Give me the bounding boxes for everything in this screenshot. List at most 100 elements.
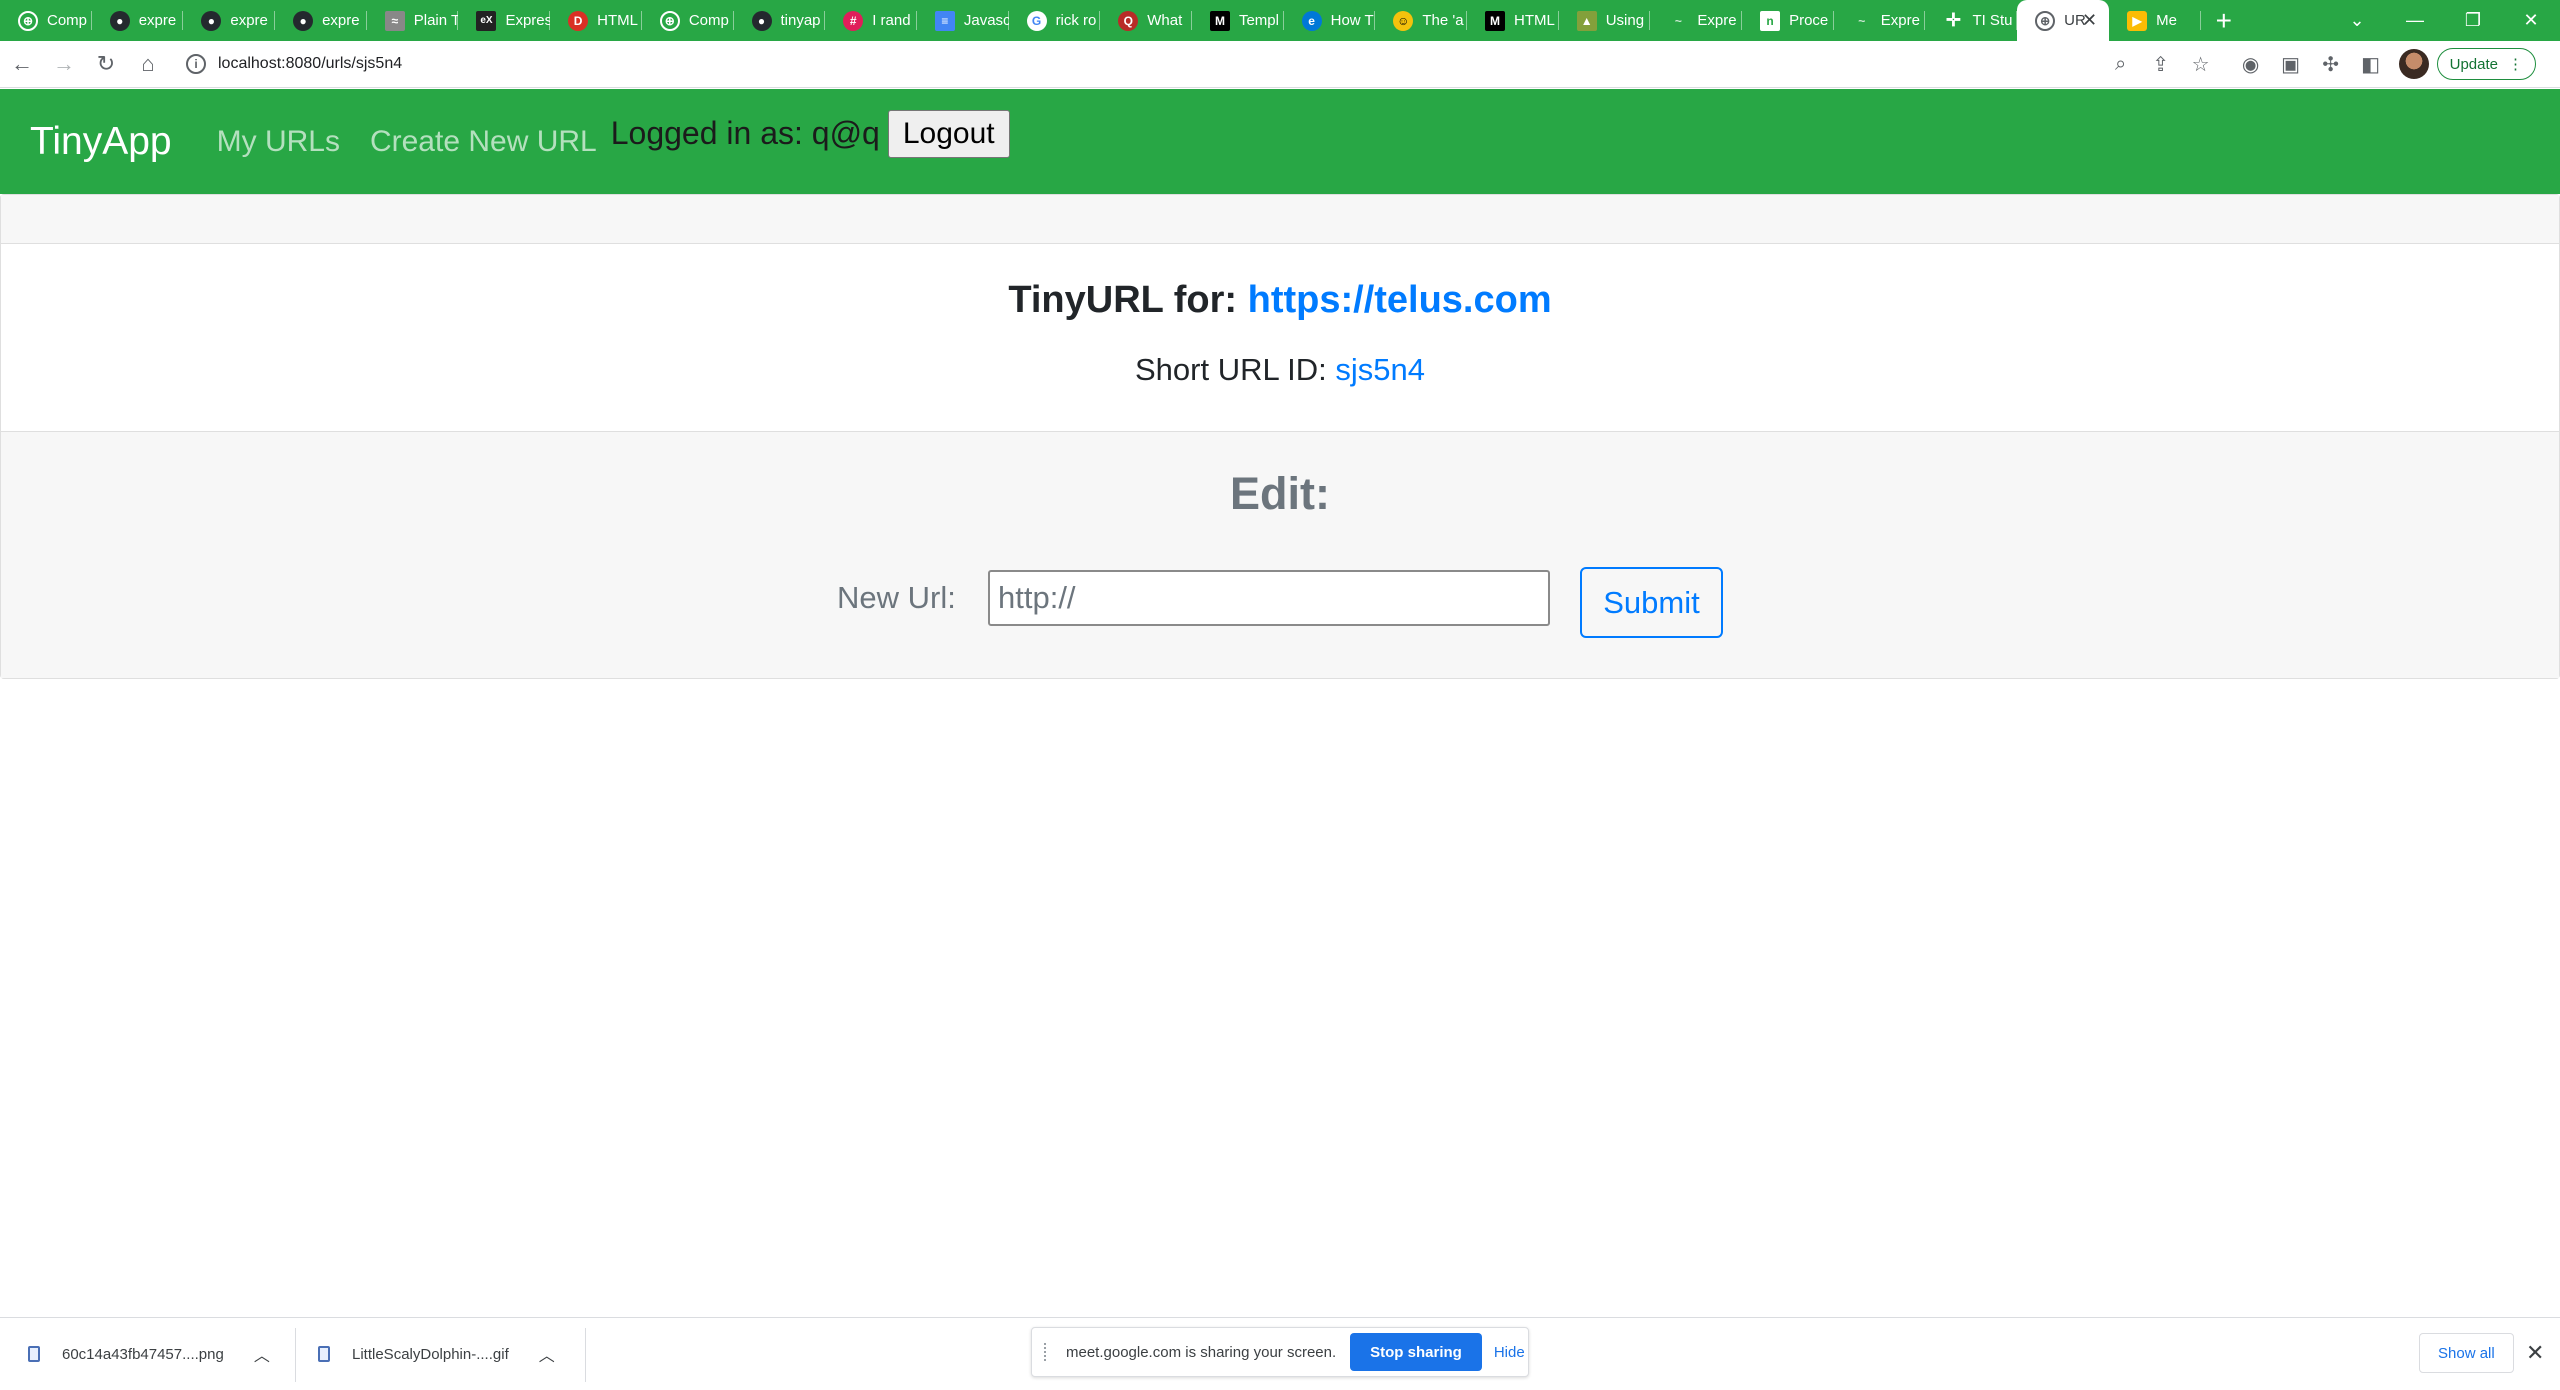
github-icon: ● (293, 10, 314, 31)
extension-icon[interactable]: ◉ (2231, 44, 2271, 84)
dash-icon: ~ (1858, 13, 1866, 28)
update-button[interactable]: Update ⋮ (2436, 48, 2536, 80)
address-url[interactable]: localhost:8080/urls/sjs5n4 (218, 55, 402, 73)
brand-link[interactable]: TinyApp (30, 120, 172, 164)
extension-icon[interactable]: ▣ (2271, 44, 2311, 84)
divider (585, 1328, 586, 1382)
logout-button[interactable]: Logout (887, 109, 1010, 158)
browser-tab[interactable]: ● expre (92, 0, 184, 41)
medium-icon: M (1209, 10, 1230, 31)
browser-tab-active[interactable]: ⊕ UR ✕ (2017, 0, 2110, 41)
browser-tab-strip: ⊕ Comp ● expre ● expre ● expre ≈ Plain T eX Ex… (0, 0, 2560, 41)
reload-button[interactable]: ↻ (86, 44, 126, 84)
restore-button[interactable]: ❐ (2444, 0, 2502, 41)
download-filename: 60c14a43fb47457....png (62, 1345, 224, 1363)
google-icon: G (1026, 10, 1047, 31)
reload-icon: ↻ (96, 51, 116, 76)
site-info-icon[interactable]: i (186, 54, 206, 74)
browser-tab[interactable]: D HTML (550, 0, 642, 41)
minimize-button[interactable]: — (2386, 0, 2444, 41)
address-bar[interactable]: i localhost:8080/urls/sjs5n4 (186, 46, 2101, 82)
docs-icon: ≡ (934, 10, 955, 31)
short-url-link[interactable]: sjs5n4 (1335, 352, 1425, 387)
meet-icon: ▶ (2127, 10, 2148, 31)
share-icon[interactable]: ⇪ (2141, 44, 2181, 84)
globe-icon: ⊕ (2035, 10, 2056, 31)
side-panel-icon[interactable]: ◧ (2351, 44, 2391, 84)
devdocs-icon: D (568, 10, 589, 31)
browser-tab[interactable]: M HTML (1467, 0, 1559, 41)
browser-tab[interactable]: # I rand (825, 0, 917, 41)
emoji-icon: ☺ (1393, 10, 1414, 31)
chevron-up-icon[interactable]: ︿ (539, 1342, 555, 1366)
browser-tab[interactable]: ☺ The 'a (1375, 0, 1467, 41)
drag-handle-icon[interactable] (1044, 1343, 1050, 1361)
card-title: TinyURL for: https://telus.com (1, 279, 2559, 322)
file-icon (318, 1346, 330, 1362)
mdn-icon: ▲ (1576, 10, 1597, 31)
browser-tab[interactable]: ● expre (275, 0, 367, 41)
file-icon (28, 1346, 40, 1362)
new-url-input[interactable] (988, 570, 1550, 626)
download-filename: LittleScalyDolphin-....gif (352, 1345, 509, 1363)
puzzle-icon[interactable]: ✣ (2311, 44, 2351, 84)
submit-button[interactable]: Submit (1580, 567, 1723, 638)
browser-tab[interactable]: Grick ro (1009, 0, 1101, 41)
bookmark-star-icon[interactable]: ☆ (2181, 44, 2221, 84)
minimize-icon: — (2406, 10, 2424, 30)
card-header (1, 195, 2559, 244)
browser-tab[interactable]: ≡ Javasc (917, 0, 1009, 41)
browser-tab[interactable]: ● expre (183, 0, 275, 41)
browser-tab[interactable]: n Proce (1742, 0, 1834, 41)
quora-icon: Q (1118, 10, 1139, 31)
share-text: meet.google.com is sharing your screen. (1066, 1343, 1337, 1361)
show-all-button[interactable]: Show all (2419, 1333, 2514, 1373)
browser-tab[interactable]: e How T (1284, 0, 1376, 41)
browser-tab[interactable]: Q What (1100, 0, 1192, 41)
url-card: TinyURL for: https://telus.com Short URL… (0, 194, 2560, 679)
github-icon: ● (751, 10, 772, 31)
close-icon[interactable]: ✕ (2526, 1340, 2544, 1366)
download-item[interactable]: 60c14a43fb47457....png ︿ (28, 1332, 270, 1376)
plus-icon: + (2215, 4, 2232, 36)
avatar[interactable] (2398, 49, 2429, 79)
home-icon: ⌂ (141, 51, 155, 76)
browser-tab[interactable]: ⊕ Comp (0, 0, 92, 41)
browser-tab[interactable]: M Templ (1192, 0, 1284, 41)
nav-create-new-url[interactable]: Create New URL (370, 125, 597, 159)
short-url-prefix: Short URL ID: (1134, 352, 1336, 387)
download-bar: 60c14a43fb47457....png ︿ LittleScalyDolp… (0, 1317, 2560, 1390)
close-tab-icon[interactable]: ✕ (2082, 10, 2097, 31)
close-window-button[interactable]: ✕ (2502, 0, 2560, 41)
screen-share-notice: meet.google.com is sharing your screen. … (1031, 1327, 1529, 1377)
logged-in-text: Logged in as: q@q (610, 115, 880, 151)
tab-search-button[interactable]: ⌄ (2328, 0, 2386, 41)
browser-tab[interactable]: ~ Expre (1834, 0, 1926, 41)
new-tab-button[interactable]: + (2201, 0, 2247, 41)
short-url-line: Short URL ID: sjs5n4 (1, 352, 2559, 388)
globe-icon: ⊕ (659, 10, 680, 31)
stop-sharing-button[interactable]: Stop sharing (1350, 1333, 1482, 1371)
long-url-link[interactable]: https://telus.com (1248, 279, 1552, 321)
divider (295, 1328, 296, 1382)
edit-heading: Edit: (1230, 468, 1330, 519)
browser-tab[interactable]: ✛ TI Stu (1925, 0, 2017, 41)
browser-tab[interactable]: ⊕ Comp (642, 0, 734, 41)
nav-my-urls[interactable]: My URLs (217, 125, 340, 159)
browser-tab[interactable]: ~ Expre (1650, 0, 1742, 41)
browser-tab[interactable]: ▶ Me (2109, 0, 2201, 41)
update-label: Update (2449, 55, 2498, 73)
home-button[interactable]: ⌂ (128, 44, 168, 84)
zoom-icon[interactable]: ⌕ (2101, 44, 2141, 84)
chevron-up-icon[interactable]: ︿ (254, 1342, 270, 1366)
edge-icon: e (1301, 10, 1322, 31)
browser-tab[interactable]: ● tinyap (734, 0, 826, 41)
download-item[interactable]: LittleScalyDolphin-....gif ︿ (318, 1332, 555, 1376)
hide-button[interactable]: Hide (1494, 1344, 1525, 1361)
browser-tab[interactable]: ≈ Plain T (367, 0, 458, 41)
browser-tab[interactable]: eX Expres (458, 0, 550, 41)
browser-tab[interactable]: ▲ Using (1559, 0, 1651, 41)
forward-button[interactable]: → (44, 44, 84, 84)
back-button[interactable]: ← (2, 44, 42, 84)
github-icon: ● (109, 10, 130, 31)
